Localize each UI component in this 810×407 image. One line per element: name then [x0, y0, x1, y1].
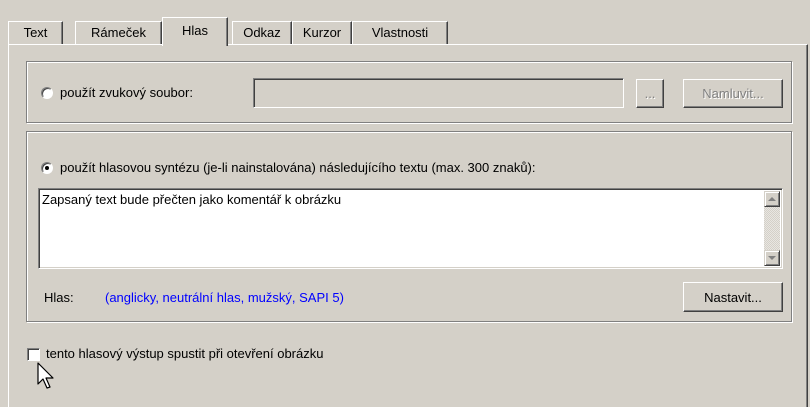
autoplay-label[interactable]: tento hlasový výstup spustit při otevřen…: [46, 346, 323, 361]
tab-panel-hlas: použít zvukový soubor: ... Namluvit... p…: [8, 44, 808, 407]
browse-button[interactable]: ...: [636, 79, 664, 108]
tab-label: Vlastnosti: [371, 25, 429, 40]
synthesis-group: použít hlasovou syntézu (je-li nainstalo…: [26, 131, 792, 322]
sound-file-group: použít zvukový soubor: ... Namluvit...: [26, 61, 792, 123]
scroll-up-button[interactable]: [764, 191, 780, 207]
tab-label: Hlas: [181, 23, 208, 38]
record-button[interactable]: Namluvit...: [683, 79, 783, 108]
tab-label: Text: [23, 25, 48, 40]
record-label: Namluvit...: [702, 86, 764, 101]
browse-label: ...: [644, 86, 656, 101]
scroll-down-button[interactable]: [764, 250, 780, 266]
configure-label: Nastavit...: [704, 290, 762, 305]
radio-dot: [45, 166, 49, 170]
voice-label: Hlas:: [44, 290, 74, 305]
configure-voice-button[interactable]: Nastavit...: [683, 282, 783, 312]
synthesis-radio[interactable]: [41, 162, 53, 174]
tab-hlas[interactable]: Hlas: [162, 17, 228, 46]
sound-file-path-input[interactable]: [253, 78, 624, 108]
scroll-down-arrow-icon: [768, 256, 776, 260]
tab-label: Rámeček: [91, 25, 146, 40]
tab-vlastnosti[interactable]: Vlastnosti: [352, 21, 448, 45]
text-area-scrollbar[interactable]: [764, 191, 780, 266]
scroll-up-arrow-icon: [768, 197, 776, 201]
scroll-track[interactable]: [764, 207, 780, 250]
tab-ramecek[interactable]: Rámeček: [75, 21, 162, 45]
sound-file-label[interactable]: použít zvukový soubor:: [60, 85, 193, 100]
tab-label: Kurzor: [302, 25, 342, 40]
synthesis-text[interactable]: Zapsaný text bude přečten jako komentář …: [42, 192, 341, 207]
voice-value: (anglicky, neutrální hlas, mužský, SAPI …: [105, 290, 344, 305]
mouse-pointer-icon: [37, 362, 54, 389]
tab-text[interactable]: Text: [8, 21, 63, 45]
tab-kurzor[interactable]: Kurzor: [292, 21, 352, 45]
sound-file-radio[interactable]: [41, 87, 53, 99]
tab-label: Odkaz: [243, 25, 281, 40]
synthesis-label[interactable]: použít hlasovou syntézu (je-li nainstalo…: [60, 160, 535, 175]
synthesis-text-area[interactable]: Zapsaný text bude přečten jako komentář …: [38, 188, 783, 269]
autoplay-checkbox[interactable]: [27, 348, 40, 361]
tab-odkaz[interactable]: Odkaz: [232, 21, 292, 45]
